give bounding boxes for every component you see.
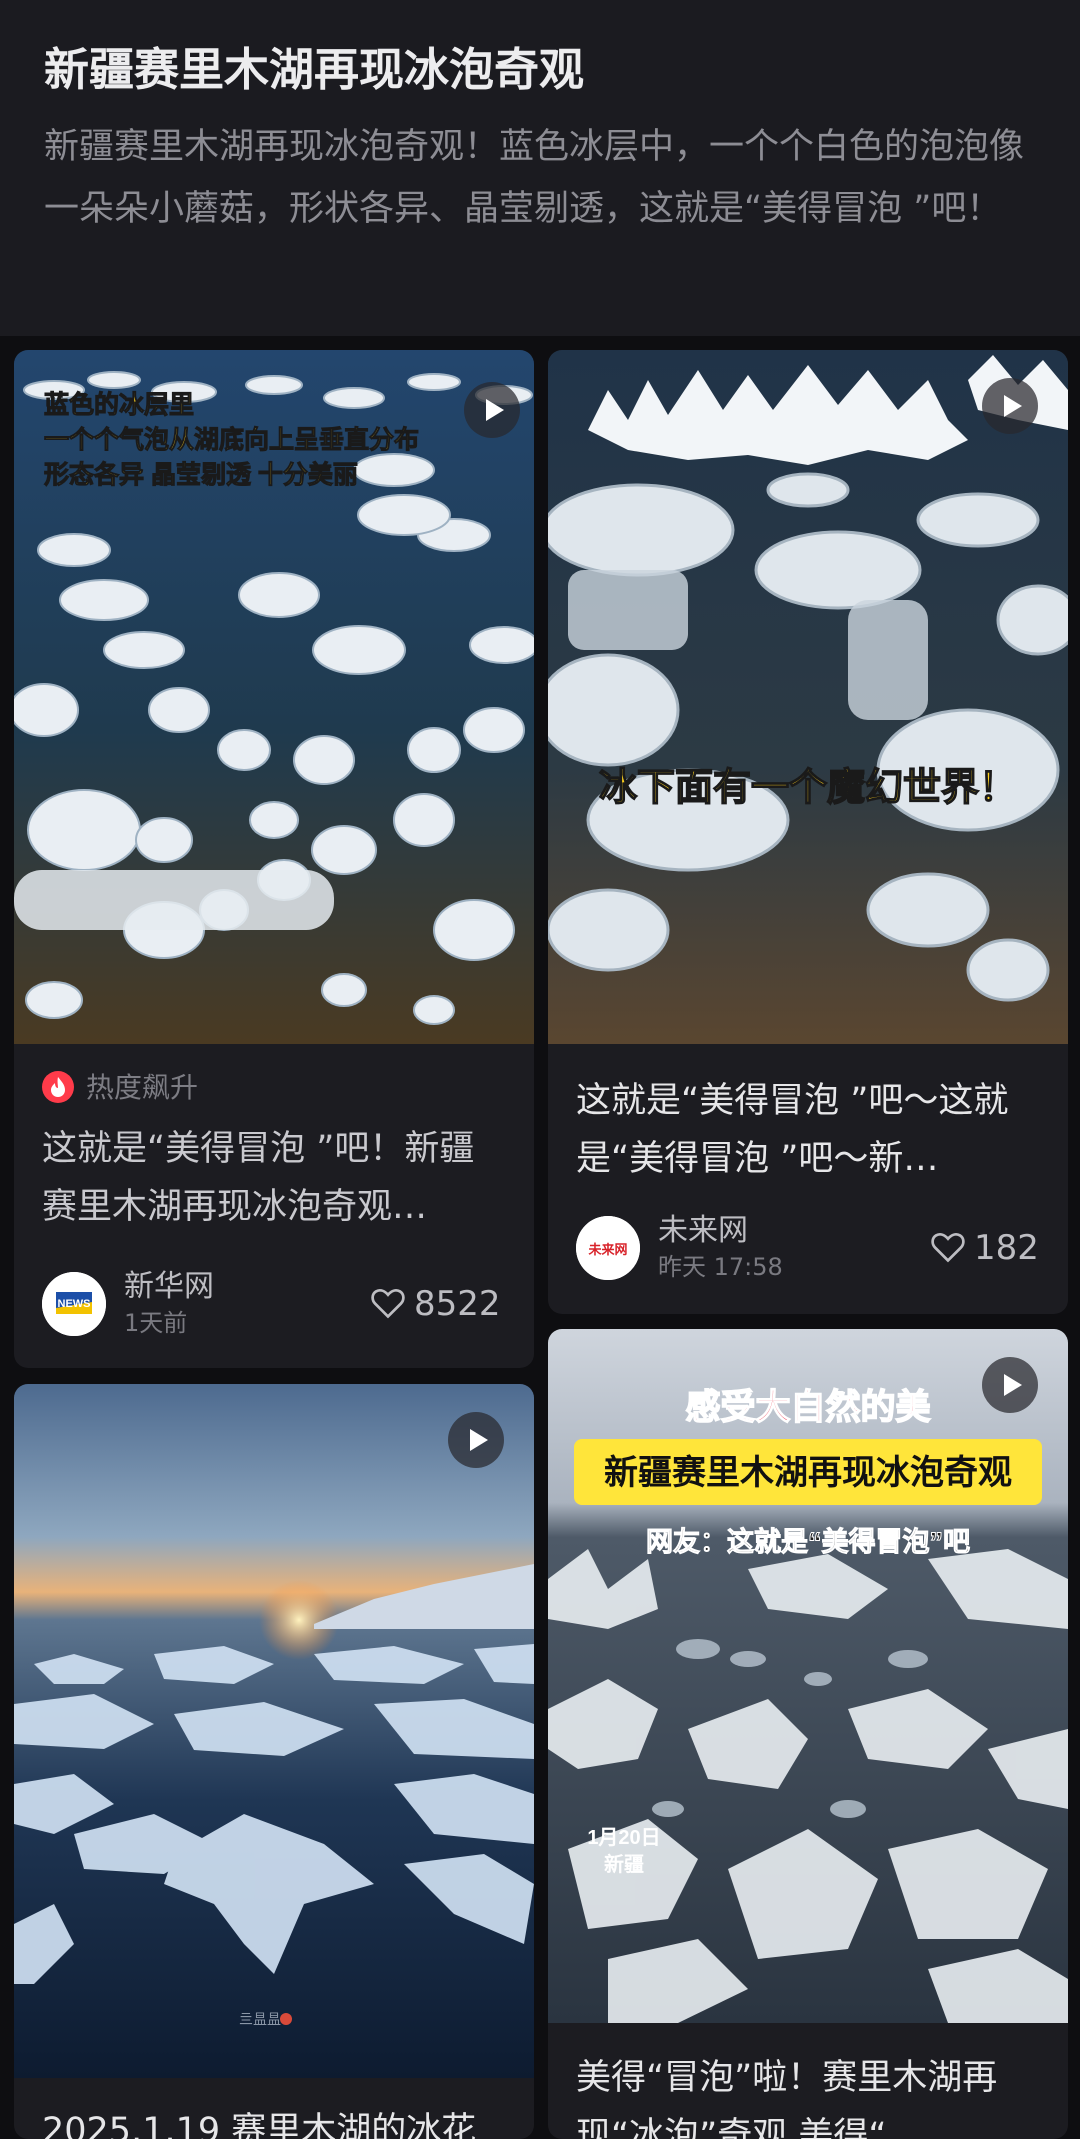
svg-text:未来网: 未来网 — [587, 1242, 627, 1258]
card-4-banner-text: 新疆赛里木湖再现冰泡奇观 — [604, 1453, 1012, 1492]
post-description: 新疆赛里木湖再现冰泡奇观！蓝色冰层中，一个个白色的泡泡像一朵朵小蘑菇，形状各异、… — [44, 127, 1025, 229]
flame-icon — [42, 1071, 74, 1103]
post-header: 新疆赛里木湖再现冰泡奇观 新疆赛里木湖再现冰泡奇观！蓝色冰层中，一个个白色的泡泡… — [0, 0, 1080, 336]
source-name[interactable]: 新华网 — [124, 1268, 214, 1306]
card-2-text[interactable]: 这就是“美得冒泡 ”吧～这就是“美得冒泡 ”吧～新… — [576, 1072, 1042, 1188]
overlay-line-3: 形态各异 晶莹剔透 十分美丽 — [44, 460, 358, 489]
feed-card-2[interactable]: 冰下面有一个魔幻世界！ 这就是“美得冒泡 ”吧～这就是“美得冒泡 ”吧～新… 未… — [548, 350, 1068, 1314]
card-4-overlay-sub: 网友：这就是“美得冒泡”吧 — [646, 1526, 970, 1557]
post-time: 1天前 — [124, 1309, 188, 1337]
post-time: 昨天 17:58 — [658, 1253, 783, 1281]
feed-card-3[interactable]: 亖昷昷 2025.1.19 赛里木湖的冰花 — [14, 1384, 534, 2139]
like-button[interactable]: 8522 — [370, 1282, 501, 1326]
svg-text:NEWS: NEWS — [58, 1298, 91, 1310]
card-4-text[interactable]: 美得“冒泡”啦！赛里木湖再现“冰泡”奇观 美得“ — [576, 2049, 1042, 2139]
feed-card-1[interactable]: 蓝色的冰层里 一个个气泡从湖底向上呈垂直分布 形态各异 晶莹剔透 十分美丽 热度… — [14, 350, 534, 1368]
card-3-text[interactable]: 2025.1.19 赛里木湖的冰花 — [42, 2102, 508, 2139]
overlay-line-1: 蓝色的冰层里 — [44, 390, 194, 419]
avatar[interactable]: 未来网 — [576, 1216, 640, 1280]
card-3-watermark: 亖昷昷 — [239, 2012, 281, 2028]
like-count: 182 — [974, 1228, 1039, 1268]
like-count: 8522 — [414, 1284, 501, 1324]
play-icon[interactable] — [982, 378, 1038, 434]
source-name[interactable]: 未来网 — [658, 1212, 748, 1250]
card-4-overlay-date: 1月20日 — [587, 1827, 660, 1849]
card-4-image[interactable]: 感受大自然的美 新疆赛里木湖再现冰泡奇观 网友：这就是“美得冒泡”吧 1月20日… — [548, 1329, 1068, 2023]
overlay-line-2: 一个个气泡从湖底向上呈垂直分布 — [44, 425, 419, 454]
card-2-image[interactable]: 冰下面有一个魔幻世界！ — [548, 350, 1068, 1044]
like-button[interactable]: 182 — [930, 1226, 1039, 1270]
trending-label: 热度飙升 — [86, 1071, 199, 1104]
play-icon[interactable] — [982, 1357, 1038, 1413]
post-title: 新疆赛里木湖再现冰泡奇观 — [44, 43, 585, 96]
xinhua-logo-icon: NEWS — [42, 1272, 106, 1336]
feed-card-4[interactable]: 感受大自然的美 新疆赛里木湖再现冰泡奇观 网友：这就是“美得冒泡”吧 1月20日… — [548, 1329, 1068, 2139]
card-1-image[interactable]: 蓝色的冰层里 一个个气泡从湖底向上呈垂直分布 形态各异 晶莹剔透 十分美丽 — [14, 350, 534, 1044]
card-1-text[interactable]: 这就是“美得冒泡 ”吧！新疆赛里木湖再现冰泡奇观… — [42, 1120, 508, 1236]
card-2-overlay-caption: 冰下面有一个魔幻世界！ — [599, 767, 1017, 809]
play-icon[interactable] — [448, 1412, 504, 1468]
heart-icon — [931, 1232, 965, 1262]
card-3-image[interactable]: 亖昷昷 — [14, 1384, 534, 2078]
play-icon[interactable] — [464, 382, 520, 438]
weilaiwang-logo-icon: 未来网 — [576, 1216, 640, 1280]
card-4-overlay-place: 新疆 — [604, 1852, 644, 1876]
card-4-overlay-top: 感受大自然的美 — [685, 1387, 930, 1427]
heart-icon — [371, 1288, 405, 1318]
avatar[interactable]: NEWS — [42, 1272, 106, 1336]
trending-tag: 热度飙升 — [42, 1068, 198, 1108]
